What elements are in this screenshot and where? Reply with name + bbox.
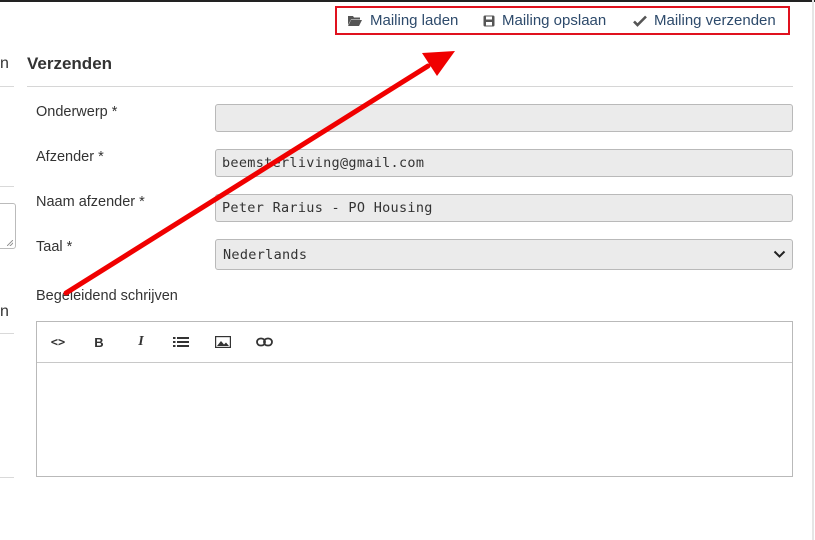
cover-letter-editor: <> B I <box>36 321 793 477</box>
italic-icon: I <box>138 334 144 349</box>
top-border <box>0 0 815 2</box>
left-panel-divider <box>0 186 14 187</box>
bold-icon: B <box>94 334 104 350</box>
bold-button[interactable]: B <box>89 333 109 351</box>
code-view-button[interactable]: <> <box>48 333 68 351</box>
subject-input[interactable] <box>215 104 793 132</box>
editor-toolbar: <> B I <box>37 322 792 363</box>
left-panel-fragment: n <box>0 55 9 72</box>
cover-letter-label: Begeleidend schrijven <box>36 288 178 304</box>
right-scroll-edge <box>812 0 814 540</box>
chevron-down-icon <box>773 250 786 258</box>
language-label: Taal * <box>36 239 73 255</box>
language-select[interactable]: Nederlands <box>215 239 793 270</box>
link-icon <box>255 337 273 347</box>
left-panel-fragment: n <box>0 303 9 320</box>
insert-image-button[interactable] <box>213 333 233 351</box>
section-divider <box>27 86 793 87</box>
editor-content-area[interactable] <box>37 363 792 476</box>
save-mailing-label: Mailing opslaan <box>502 12 607 29</box>
section-title: Verzenden <box>27 54 113 73</box>
folder-open-icon <box>348 16 362 26</box>
resize-grip-icon <box>7 240 13 246</box>
mailing-toolbar: Mailing laden Mailing opslaan Mailing ve… <box>335 6 790 35</box>
bullet-list-icon <box>173 337 189 347</box>
load-mailing-label: Mailing laden <box>370 12 459 29</box>
left-panel-divider <box>0 333 14 334</box>
bullet-list-button[interactable] <box>171 333 191 351</box>
sender-email-input[interactable] <box>215 149 793 177</box>
language-selected-value: Nederlands <box>223 246 308 263</box>
sender-name-label: Naam afzender * <box>36 194 145 210</box>
checkmark-icon <box>633 15 647 27</box>
load-mailing-button[interactable]: Mailing laden <box>347 8 458 33</box>
send-mailing-label: Mailing verzenden <box>654 12 776 29</box>
left-panel-textarea[interactable] <box>0 203 16 249</box>
image-icon <box>215 336 231 348</box>
sender-label: Afzender * <box>36 149 104 165</box>
left-panel-divider <box>0 477 14 478</box>
subject-label: Onderwerp * <box>36 104 118 120</box>
send-mailing-button[interactable]: Mailing verzenden <box>633 8 776 33</box>
left-panel-divider <box>0 86 14 87</box>
sender-name-input[interactable] <box>215 194 793 222</box>
italic-button[interactable]: I <box>131 333 151 351</box>
insert-link-button[interactable] <box>254 333 274 351</box>
save-icon <box>483 15 495 26</box>
save-mailing-button[interactable]: Mailing opslaan <box>483 8 606 33</box>
code-icon: <> <box>50 335 66 349</box>
